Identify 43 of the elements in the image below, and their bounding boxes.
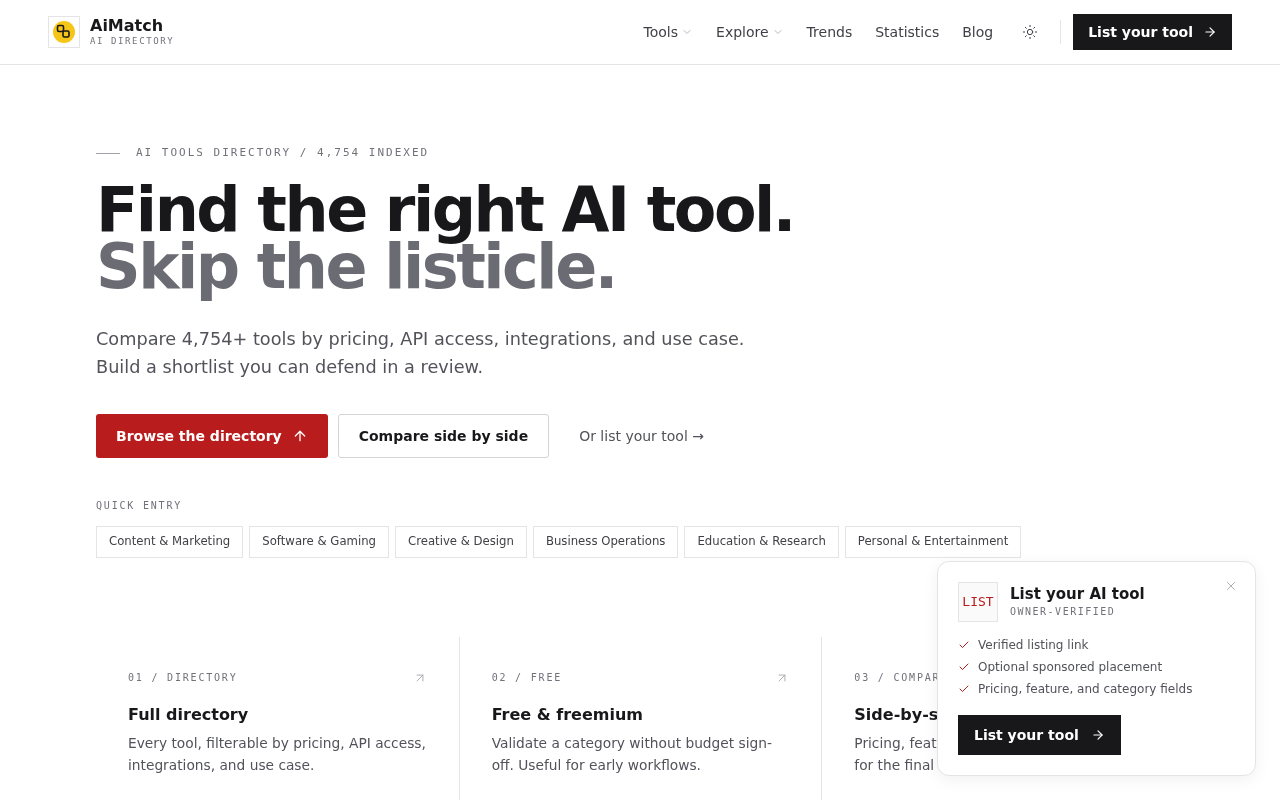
- card-title: Free & freemium: [491, 704, 644, 726]
- feature-text: Pricing, feature, and category fields: [978, 681, 1193, 698]
- browse-button[interactable]: Browse the directory: [96, 414, 328, 458]
- list-badge: LIST: [958, 582, 998, 622]
- card-title: Full directory: [128, 704, 249, 726]
- card-description: Validate a category without budget sign- off. Useful for early workflows.: [491, 734, 772, 775]
- compare-button[interactable]: Compare side by side: [337, 414, 550, 458]
- feature-text: Optional sponsored placement: [978, 659, 1163, 676]
- card-title: Side-by-s: [854, 704, 939, 726]
- popup-list-tool-button[interactable]: List your tool: [958, 715, 1121, 755]
- feature-text: Verified listing link: [978, 637, 1089, 654]
- category-chip[interactable]: Content & Marketing: [96, 526, 244, 558]
- quick-entry-label: QUICK ENTRY: [96, 499, 183, 513]
- nav-dropdown[interactable]: Explore: [716, 21, 784, 43]
- category-chip[interactable]: Education & Research: [684, 526, 839, 558]
- popup-subtitle: OWNER-VERIFIED: [1010, 605, 1117, 619]
- brand-tagline: AI DIRECTORY: [90, 35, 175, 47]
- sun-icon: [1022, 24, 1039, 40]
- card-label: 01 / DIRECTORY: [128, 671, 238, 685]
- nav-link[interactable]: Trends: [806, 21, 853, 43]
- card-label: 03 / COMPAR: [854, 671, 941, 685]
- nav-link[interactable]: Blog: [962, 21, 994, 43]
- nav-dropdown[interactable]: Tools: [643, 21, 694, 43]
- close-icon: [1224, 579, 1238, 593]
- category-chip[interactable]: Personal & Entertainment: [844, 526, 1022, 558]
- list-tool-link[interactable]: Or list your tool →: [579, 425, 704, 447]
- arrow-right-icon: [1090, 728, 1105, 742]
- category-chip[interactable]: Business Operations: [532, 526, 679, 558]
- check-icon: [958, 683, 970, 695]
- list-tool-button[interactable]: List your tool: [1073, 14, 1232, 50]
- card-description: Every tool, filterable by pricing, API access, integrations, and use case.: [128, 734, 426, 775]
- eyebrow-text: AI TOOLS DIRECTORY / 4,754 INDEXED: [136, 145, 430, 161]
- nav-link[interactable]: Statistics: [875, 21, 940, 43]
- check-icon: [958, 639, 970, 651]
- popup-title: List your AI tool: [1010, 584, 1145, 604]
- card-description: Pricing, feat for the final: [854, 734, 937, 775]
- category-chip[interactable]: Creative & Design: [395, 526, 527, 558]
- check-icon: [958, 661, 970, 673]
- category-chip[interactable]: Software & Gaming: [249, 526, 390, 558]
- logo-icon: [48, 16, 80, 48]
- brand-name: AiMatch: [90, 17, 165, 35]
- card-label: 02 / FREE: [491, 671, 563, 685]
- hero-subtitle: Compare 4,754+ tools by pricing, API access, integrations, and use case. Build a shortlist you can defend in a review.: [96, 328, 746, 379]
